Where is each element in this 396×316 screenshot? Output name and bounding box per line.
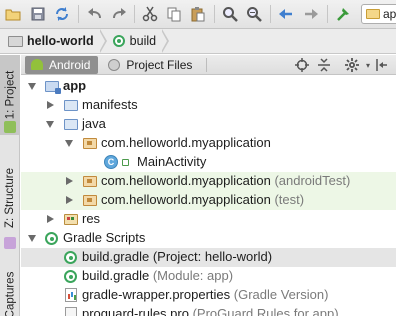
paste-icon[interactable] (188, 4, 208, 24)
gradle-icon (112, 35, 125, 47)
cut-icon[interactable] (140, 4, 160, 24)
breadcrumb-item-project[interactable]: hello-world (8, 29, 100, 54)
expand-arrow-icon[interactable] (46, 121, 54, 128)
breadcrumb-label: hello-world (27, 34, 94, 48)
tree-node-package-test[interactable]: com.helloworld.myapplication (test) (21, 191, 396, 210)
properties-file-icon (65, 288, 77, 302)
tool-window-strip: 1: Project Z: Structure Captures (0, 55, 20, 316)
android-icon (4, 121, 16, 133)
tab-project-files-view[interactable]: Project Files (102, 56, 200, 74)
hide-panel-icon[interactable] (373, 56, 391, 74)
open-folder-icon[interactable] (3, 4, 23, 24)
tab-captures[interactable]: Captures (0, 260, 20, 316)
tab-project-label: 1: Project (4, 70, 17, 120)
run-config-label: ap (383, 7, 396, 21)
tree-node-gradle-scripts[interactable]: Gradle Scripts (21, 229, 396, 248)
collapse-arrow-icon[interactable] (47, 215, 54, 223)
breadcrumb-separator (161, 29, 170, 53)
access-modifier-icon (122, 159, 129, 166)
breadcrumb-separator (98, 29, 107, 53)
expand-arrow-icon[interactable] (28, 83, 36, 90)
tree-label: proguard-rules.pro (ProGuard Rules for a… (82, 306, 339, 316)
main-toolbar: ap (0, 0, 396, 29)
tab-android-view[interactable]: Android (25, 55, 99, 74)
expand-arrow-icon[interactable] (28, 235, 36, 242)
find-icon[interactable] (220, 4, 240, 24)
replace-icon[interactable] (244, 4, 264, 24)
back-icon[interactable] (276, 4, 296, 24)
build-hammer-icon[interactable] (333, 4, 353, 24)
sync-icon[interactable] (52, 4, 72, 24)
collapse-arrow-icon[interactable] (47, 101, 54, 109)
tab-structure-label: Z: Structure (4, 167, 17, 229)
project-files-icon (108, 58, 121, 71)
project-panel-header: Android Project Files ▾ (21, 55, 396, 75)
tree-label: com.helloworld.myapplication (test) (101, 192, 305, 207)
tree-node-proguard[interactable]: proguard-rules.pro (ProGuard Rules for a… (21, 305, 396, 316)
tree-label: java (82, 116, 106, 131)
divider (206, 57, 208, 72)
copy-icon[interactable] (164, 4, 184, 24)
gradle-icon (45, 232, 58, 245)
undo-icon[interactable] (85, 4, 105, 24)
tree-label: MainActivity (137, 154, 207, 169)
tab-android-label: Android (49, 57, 91, 72)
tree-label: res (82, 211, 101, 226)
tab-project-files-label: Project Files (126, 57, 193, 72)
android-icon (31, 59, 43, 70)
folder-icon (64, 119, 78, 130)
tab-captures-label: Captures (4, 271, 17, 316)
breadcrumb-item-build[interactable]: build (112, 29, 162, 54)
collapse-arrow-icon[interactable] (66, 196, 73, 204)
tree-node-app[interactable]: app (21, 77, 396, 96)
breadcrumb: hello-world build (0, 29, 396, 54)
tree-node-res[interactable]: res (21, 210, 396, 229)
class-icon: C (104, 155, 118, 169)
package-icon (83, 138, 97, 149)
tree-node-java[interactable]: java (21, 115, 396, 134)
breadcrumb-label: build (129, 34, 157, 48)
structure-icon (4, 237, 16, 249)
tree-node-gradle-wrapper[interactable]: gradle-wrapper.properties (Gradle Versio… (21, 286, 396, 305)
resources-folder-icon (64, 214, 78, 225)
project-tree: app manifests java com.helloworld.myappl… (21, 75, 396, 316)
text-file-icon (65, 307, 77, 316)
tree-label: com.helloworld.myapplication (androidTes… (101, 173, 351, 188)
tree-node-main-activity[interactable]: C MainActivity (21, 153, 396, 172)
tree-node-package-android-test[interactable]: com.helloworld.myapplication (androidTes… (21, 172, 396, 191)
collapse-all-icon[interactable] (315, 56, 333, 74)
tree-label: app (63, 78, 87, 93)
save-icon[interactable] (28, 4, 48, 24)
package-icon (83, 176, 97, 187)
tree-label: build.gradle (Module: app) (82, 268, 234, 283)
gradle-icon (64, 270, 77, 283)
folder-icon (64, 100, 78, 111)
package-icon (83, 195, 97, 206)
forward-icon[interactable] (301, 4, 321, 24)
tree-label: gradle-wrapper.properties (Gradle Versio… (82, 287, 329, 302)
folder-icon (8, 35, 23, 47)
tree-label: manifests (82, 97, 138, 112)
tree-node-manifests[interactable]: manifests (21, 96, 396, 115)
tree-node-build-gradle-module[interactable]: build.gradle (Module: app) (21, 267, 396, 286)
collapse-arrow-icon[interactable] (66, 177, 73, 185)
tree-node-package-main[interactable]: com.helloworld.myapplication (21, 134, 396, 153)
module-folder-icon (366, 9, 380, 19)
gradle-icon (64, 251, 77, 264)
expand-arrow-icon[interactable] (65, 140, 73, 147)
tree-label: build.gradle (Project: hello-world) (82, 249, 273, 264)
scroll-from-source-icon[interactable] (293, 56, 311, 74)
tree-label: Gradle Scripts (63, 230, 146, 245)
tree-node-build-gradle-project[interactable]: build.gradle (Project: hello-world) (21, 248, 396, 267)
module-folder-icon (45, 81, 61, 94)
redo-icon[interactable] (109, 4, 129, 24)
run-configuration-selector[interactable]: ap (361, 4, 396, 24)
tree-label: com.helloworld.myapplication (101, 135, 271, 150)
